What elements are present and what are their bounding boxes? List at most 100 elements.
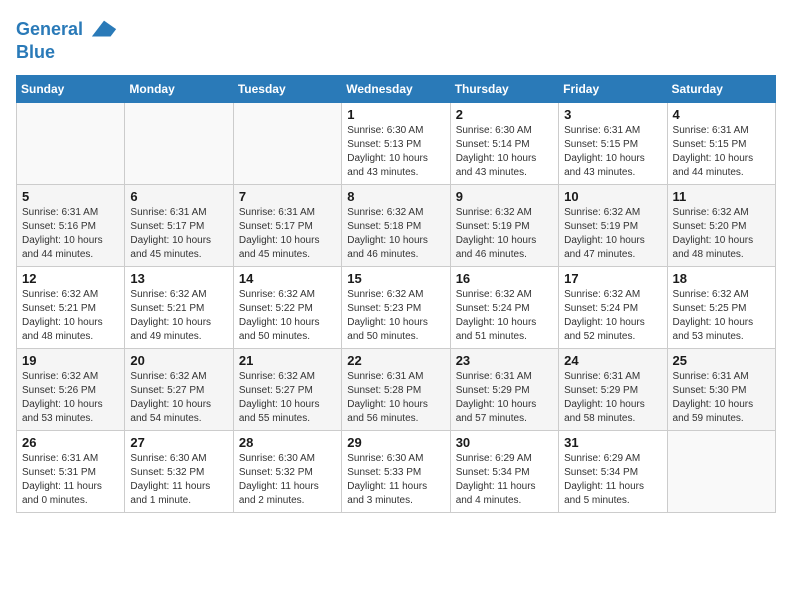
col-header-tuesday: Tuesday (233, 76, 341, 103)
day-number: 31 (564, 435, 661, 450)
day-info: Sunrise: 6:30 AM Sunset: 5:33 PM Dayligh… (347, 452, 444, 508)
day-number: 16 (456, 271, 553, 286)
day-info: Sunrise: 6:31 AM Sunset: 5:15 PM Dayligh… (564, 124, 661, 180)
calendar-cell: 9Sunrise: 6:32 AM Sunset: 5:19 PM Daylig… (450, 185, 558, 267)
logo: General Blue (16, 16, 118, 63)
day-number: 28 (239, 435, 336, 450)
day-info: Sunrise: 6:31 AM Sunset: 5:17 PM Dayligh… (239, 206, 336, 262)
calendar-week-row: 5Sunrise: 6:31 AM Sunset: 5:16 PM Daylig… (17, 185, 776, 267)
day-number: 25 (673, 353, 770, 368)
calendar-cell: 30 Sunrise: 6:29 AM Sunset: 5:34 PM Dayli… (450, 431, 558, 513)
logo-text: General (16, 16, 118, 44)
day-number: 2 (456, 107, 553, 122)
page-header: General Blue (16, 16, 776, 63)
day-number: 21 (239, 353, 336, 368)
day-number: 10 (564, 189, 661, 204)
day-info: Sunrise: 6:32 AM Sunset: 5:24 PM Dayligh… (564, 288, 661, 344)
day-number: 15 (347, 271, 444, 286)
day-info: Sunrise: 6:31 AM Sunset: 5:16 PM Dayligh… (22, 206, 119, 262)
day-info: Sunrise: 6:29 AM Sunset: 5:34 PM Dayligh… (564, 452, 661, 508)
day-info: Sunrise: 6:32 AM Sunset: 5:19 PM Dayligh… (564, 206, 661, 262)
logo-icon (90, 16, 118, 44)
calendar-cell: 31 Sunrise: 6:29 AM Sunset: 5:34 PM Dayli… (559, 431, 667, 513)
day-info: Sunrise: 6:30 AM Sunset: 5:14 PM Dayligh… (456, 124, 553, 180)
calendar-cell: 12 Sunrise: 6:32 AM Sunset: 5:21 PM Dayli… (17, 267, 125, 349)
day-number: 8 (347, 189, 444, 204)
calendar-cell: 2 Sunrise: 6:30 AM Sunset: 5:14 PM Daylig… (450, 103, 558, 185)
col-header-wednesday: Wednesday (342, 76, 450, 103)
day-info: Sunrise: 6:32 AM Sunset: 5:22 PM Dayligh… (239, 288, 336, 344)
calendar-cell: 24 Sunrise: 6:31 AM Sunset: 5:29 PM Dayli… (559, 349, 667, 431)
calendar-cell: 22 Sunrise: 6:31 AM Sunset: 5:28 PM Dayli… (342, 349, 450, 431)
day-info: Sunrise: 6:31 AM Sunset: 5:15 PM Dayligh… (673, 124, 770, 180)
day-info: Sunrise: 6:32 AM Sunset: 5:21 PM Dayligh… (130, 288, 227, 344)
calendar-cell: 17 Sunrise: 6:32 AM Sunset: 5:24 PM Dayli… (559, 267, 667, 349)
calendar-cell: 13 Sunrise: 6:32 AM Sunset: 5:21 PM Dayli… (125, 267, 233, 349)
day-info: Sunrise: 6:32 AM Sunset: 5:27 PM Dayligh… (130, 370, 227, 426)
day-info: Sunrise: 6:32 AM Sunset: 5:27 PM Dayligh… (239, 370, 336, 426)
day-info: Sunrise: 6:30 AM Sunset: 5:32 PM Dayligh… (239, 452, 336, 508)
calendar-cell: 10 Sunrise: 6:32 AM Sunset: 5:19 PM Dayli… (559, 185, 667, 267)
calendar-week-row: 12 Sunrise: 6:32 AM Sunset: 5:21 PM Dayli… (17, 267, 776, 349)
day-number: 1 (347, 107, 444, 122)
day-number: 27 (130, 435, 227, 450)
calendar-cell: 20 Sunrise: 6:32 AM Sunset: 5:27 PM Dayli… (125, 349, 233, 431)
calendar-cell: 4 Sunrise: 6:31 AM Sunset: 5:15 PM Daylig… (667, 103, 775, 185)
col-header-friday: Friday (559, 76, 667, 103)
calendar-cell: 1Sunrise: 6:30 AM Sunset: 5:13 PM Daylig… (342, 103, 450, 185)
calendar-cell: 16Sunrise: 6:32 AM Sunset: 5:24 PM Dayli… (450, 267, 558, 349)
calendar-cell: 23 Sunrise: 6:31 AM Sunset: 5:29 PM Dayli… (450, 349, 558, 431)
day-info: Sunrise: 6:31 AM Sunset: 5:29 PM Dayligh… (456, 370, 553, 426)
day-number: 17 (564, 271, 661, 286)
day-number: 20 (130, 353, 227, 368)
day-info: Sunrise: 6:29 AM Sunset: 5:34 PM Dayligh… (456, 452, 553, 508)
col-header-saturday: Saturday (667, 76, 775, 103)
day-info: Sunrise: 6:32 AM Sunset: 5:26 PM Dayligh… (22, 370, 119, 426)
day-number: 12 (22, 271, 119, 286)
day-number: 7 (239, 189, 336, 204)
day-info: Sunrise: 6:32 AM Sunset: 5:18 PM Dayligh… (347, 206, 444, 262)
day-info: Sunrise: 6:31 AM Sunset: 5:17 PM Dayligh… (130, 206, 227, 262)
day-number: 3 (564, 107, 661, 122)
day-info: Sunrise: 6:31 AM Sunset: 5:31 PM Dayligh… (22, 452, 119, 508)
calendar-cell: 19 Sunrise: 6:32 AM Sunset: 5:26 PM Dayli… (17, 349, 125, 431)
logo-blue: Blue (16, 42, 118, 63)
day-info: Sunrise: 6:31 AM Sunset: 5:29 PM Dayligh… (564, 370, 661, 426)
calendar-cell: 3 Sunrise: 6:31 AM Sunset: 5:15 PM Daylig… (559, 103, 667, 185)
calendar-cell: 11Sunrise: 6:32 AM Sunset: 5:20 PM Dayli… (667, 185, 775, 267)
calendar-cell: 6Sunrise: 6:31 AM Sunset: 5:17 PM Daylig… (125, 185, 233, 267)
calendar-cell: 18Sunrise: 6:32 AM Sunset: 5:25 PM Dayli… (667, 267, 775, 349)
day-info: Sunrise: 6:32 AM Sunset: 5:21 PM Dayligh… (22, 288, 119, 344)
day-info: Sunrise: 6:30 AM Sunset: 5:32 PM Dayligh… (130, 452, 227, 508)
calendar-cell (125, 103, 233, 185)
calendar-cell: 21 Sunrise: 6:32 AM Sunset: 5:27 PM Dayli… (233, 349, 341, 431)
calendar-cell (667, 431, 775, 513)
calendar-cell: 7 Sunrise: 6:31 AM Sunset: 5:17 PM Daylig… (233, 185, 341, 267)
day-info: Sunrise: 6:32 AM Sunset: 5:23 PM Dayligh… (347, 288, 444, 344)
calendar-cell (233, 103, 341, 185)
calendar-cell: 25Sunrise: 6:31 AM Sunset: 5:30 PM Dayli… (667, 349, 775, 431)
day-number: 4 (673, 107, 770, 122)
day-info: Sunrise: 6:31 AM Sunset: 5:28 PM Dayligh… (347, 370, 444, 426)
calendar-header-row: SundayMondayTuesdayWednesdayThursdayFrid… (17, 76, 776, 103)
day-number: 23 (456, 353, 553, 368)
calendar-table: SundayMondayTuesdayWednesdayThursdayFrid… (16, 75, 776, 513)
day-number: 22 (347, 353, 444, 368)
calendar-cell: 28 Sunrise: 6:30 AM Sunset: 5:32 PM Dayli… (233, 431, 341, 513)
day-number: 13 (130, 271, 227, 286)
calendar-week-row: 19 Sunrise: 6:32 AM Sunset: 5:26 PM Dayli… (17, 349, 776, 431)
day-info: Sunrise: 6:32 AM Sunset: 5:25 PM Dayligh… (673, 288, 770, 344)
day-number: 24 (564, 353, 661, 368)
calendar-week-row: 26 Sunrise: 6:31 AM Sunset: 5:31 PM Dayli… (17, 431, 776, 513)
day-number: 30 (456, 435, 553, 450)
col-header-sunday: Sunday (17, 76, 125, 103)
calendar-cell (17, 103, 125, 185)
col-header-monday: Monday (125, 76, 233, 103)
calendar-week-row: 1Sunrise: 6:30 AM Sunset: 5:13 PM Daylig… (17, 103, 776, 185)
day-number: 19 (22, 353, 119, 368)
day-number: 26 (22, 435, 119, 450)
day-number: 29 (347, 435, 444, 450)
day-number: 9 (456, 189, 553, 204)
calendar-cell: 15 Sunrise: 6:32 AM Sunset: 5:23 PM Dayli… (342, 267, 450, 349)
day-number: 11 (673, 189, 770, 204)
